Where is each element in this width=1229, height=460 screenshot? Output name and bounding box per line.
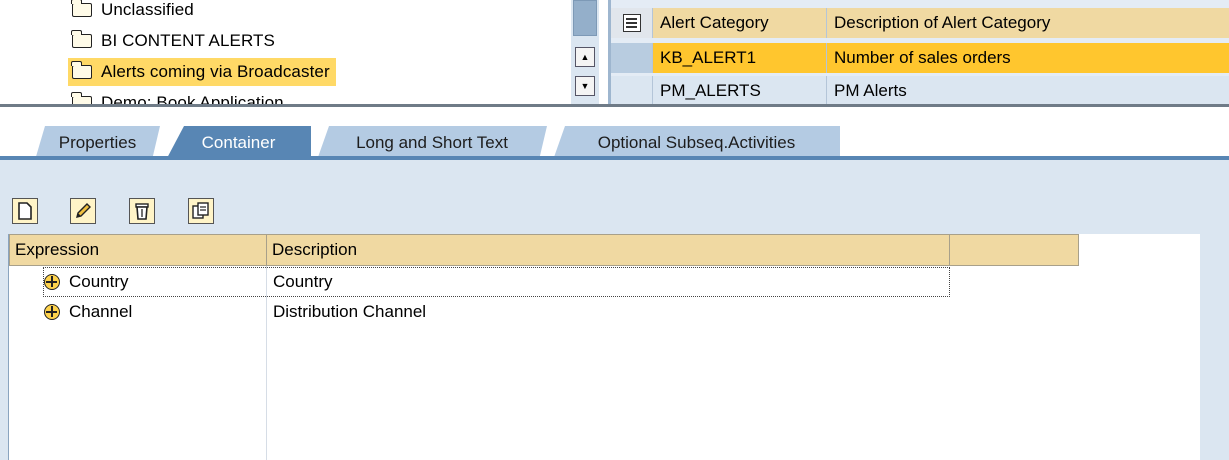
tree-item-label: Alerts coming via Broadcaster bbox=[101, 62, 330, 81]
delete-trash-icon bbox=[135, 203, 149, 220]
tree-item-demo-book-application[interactable]: Demo: Book Application bbox=[68, 89, 290, 104]
expression-text: Country bbox=[69, 272, 129, 291]
column-header-alert-category[interactable]: Alert Category bbox=[653, 8, 827, 38]
row-selector[interactable] bbox=[611, 76, 653, 106]
description-cell: Country bbox=[273, 272, 333, 291]
scroll-up-icon: ▲ bbox=[580, 51, 590, 62]
tab-optional-subseq-activities[interactable]: Optional Subseq.Activities bbox=[553, 126, 840, 160]
tab-strip: Properties Container Long and Short Text… bbox=[0, 107, 1229, 160]
table-row[interactable]: Country Country bbox=[43, 267, 950, 297]
delete-button[interactable] bbox=[129, 198, 155, 224]
tab-label: Optional Subseq.Activities bbox=[597, 133, 796, 152]
table-settings-button[interactable] bbox=[611, 8, 653, 38]
table-settings-icon bbox=[622, 14, 641, 32]
tree-item-label: Unclassified bbox=[101, 0, 194, 19]
vertical-scrollbar[interactable]: ▲ ▼ bbox=[571, 0, 599, 104]
copy-clipboard-icon bbox=[192, 202, 209, 219]
copy-button[interactable] bbox=[188, 198, 214, 224]
create-icon bbox=[18, 202, 32, 220]
tab-container[interactable]: Container bbox=[166, 126, 311, 160]
alert-table-header: Alert Category Description of Alert Cate… bbox=[611, 8, 1229, 38]
row-selector[interactable] bbox=[611, 43, 653, 73]
alert-category-table: Alert Category Description of Alert Cate… bbox=[608, 0, 1229, 106]
table-row[interactable]: Channel Distribution Channel bbox=[44, 298, 946, 326]
tree-item-unclassified[interactable]: Unclassified bbox=[68, 0, 200, 24]
tab-label: Container bbox=[201, 133, 276, 152]
tree-item-label: Demo: Book Application bbox=[101, 93, 284, 104]
container-element-icon bbox=[44, 304, 60, 320]
container-panel: Expression Description Country Country C… bbox=[0, 160, 1229, 460]
edit-pencil-icon bbox=[76, 203, 91, 218]
description-cell: Distribution Channel bbox=[273, 302, 427, 321]
column-header-description[interactable]: Description bbox=[267, 235, 950, 265]
alert-description-cell: PM Alerts bbox=[834, 81, 907, 100]
column-header-empty[interactable] bbox=[950, 235, 1078, 265]
grid-header: Expression Description bbox=[9, 234, 1079, 266]
table-row[interactable]: KB_ALERT1 Number of sales orders bbox=[611, 43, 1229, 73]
folder-icon bbox=[71, 0, 92, 17]
scroll-up-button[interactable]: ▲ bbox=[575, 47, 595, 67]
container-element-grid: Expression Description Country Country C… bbox=[8, 234, 1200, 460]
tab-long-and-short-text[interactable]: Long and Short Text bbox=[317, 126, 547, 160]
folder-icon bbox=[71, 61, 92, 79]
tree-item-label: BI CONTENT ALERTS bbox=[101, 31, 275, 50]
expression-text: Channel bbox=[69, 302, 133, 321]
tab-label: Long and Short Text bbox=[356, 133, 508, 152]
tab-properties[interactable]: Properties bbox=[35, 126, 160, 160]
tree-item-bi-content-alerts[interactable]: BI CONTENT ALERTS bbox=[68, 27, 281, 55]
alert-category-cell: PM_ALERTS bbox=[653, 76, 827, 106]
scrollbar-thumb[interactable] bbox=[573, 0, 597, 36]
create-button[interactable] bbox=[12, 198, 38, 224]
container-element-icon bbox=[44, 274, 60, 290]
tree-item-alerts-via-broadcaster[interactable]: Alerts coming via Broadcaster bbox=[68, 58, 336, 86]
column-header-expression[interactable]: Expression bbox=[10, 235, 267, 265]
expression-cell: Country bbox=[44, 272, 266, 292]
folder-tree: Unclassified BI CONTENT ALERTS Alerts co… bbox=[0, 0, 560, 104]
scroll-down-button[interactable]: ▼ bbox=[575, 76, 595, 96]
scroll-down-icon: ▼ bbox=[580, 80, 590, 91]
folder-icon bbox=[71, 30, 92, 48]
tab-label: Properties bbox=[58, 133, 137, 152]
edit-button[interactable] bbox=[70, 198, 96, 224]
folder-icon bbox=[71, 92, 92, 104]
alert-description-cell: Number of sales orders bbox=[834, 48, 1011, 67]
alert-category-cell: KB_ALERT1 bbox=[653, 43, 827, 73]
table-row[interactable]: PM_ALERTS PM Alerts bbox=[611, 76, 1229, 106]
column-header-description[interactable]: Description of Alert Category bbox=[827, 8, 1229, 38]
expression-cell: Channel bbox=[44, 302, 266, 322]
